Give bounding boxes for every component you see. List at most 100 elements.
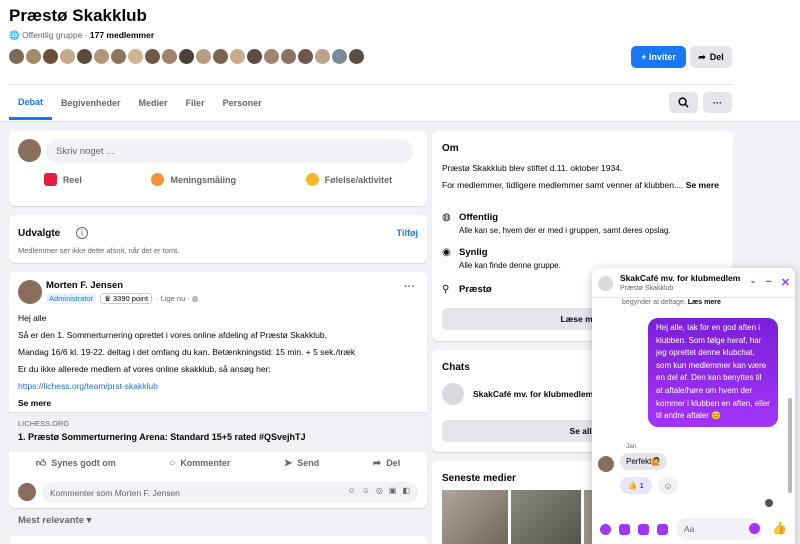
more-options-button[interactable]: ··· <box>703 92 732 113</box>
outgoing-message[interactable]: Hej alle, tak for en god aften i klubben… <box>648 318 778 427</box>
search-icon <box>678 97 689 108</box>
chat-header[interactable]: SkakCafé mv. for klubmedlemmer Præstø Sk… <box>592 268 795 298</box>
avatar-sticker-icon[interactable]: ☺ <box>348 486 356 495</box>
post-composer-input[interactable]: Skriv noget ... <box>46 139 413 163</box>
avatar[interactable] <box>212 48 229 65</box>
sort-dropdown[interactable]: Mest relevante ▾ <box>18 515 91 526</box>
info-icon[interactable]: i <box>76 227 88 239</box>
group-search-button[interactable] <box>669 92 698 113</box>
add-reaction-icon[interactable]: ☺ <box>658 477 678 494</box>
visible-desc: Alle kan finde denne gruppe. <box>459 261 561 270</box>
media-thumbnail[interactable] <box>442 490 508 544</box>
avatar[interactable] <box>18 483 36 501</box>
post-author[interactable]: Morten F. Jensen <box>46 280 123 291</box>
plus-icon[interactable] <box>600 524 611 535</box>
emoji-icon[interactable]: ☺ <box>362 486 370 495</box>
chat-group-icon <box>598 276 613 291</box>
avatar[interactable] <box>229 48 246 65</box>
joined-more-link[interactable]: Læs mere <box>688 299 721 306</box>
share-button[interactable]: ➦ Del <box>690 46 732 68</box>
minimize-icon[interactable]: − <box>765 276 771 289</box>
avatar[interactable] <box>42 48 59 65</box>
avatar[interactable] <box>76 48 93 65</box>
gif-icon[interactable] <box>657 524 668 535</box>
media-thumbnail[interactable] <box>511 490 581 544</box>
incoming-message[interactable]: Perfekt🙋 <box>620 453 668 470</box>
avatar[interactable] <box>195 48 212 65</box>
comment-input[interactable]: Kommenter som Morten F. Jensen ☺ ☺ ◎ ▣ ◧ <box>42 482 418 503</box>
avatar[interactable] <box>110 48 127 65</box>
chat-item-name[interactable]: SkakCafé mv. for klubmedlemmer <box>473 389 609 399</box>
post-body: Hej alle Så er den 1. Sommerturnering op… <box>18 310 418 412</box>
avatar[interactable] <box>348 48 365 65</box>
avatar[interactable] <box>246 48 263 65</box>
tab-begivenheder[interactable]: Begivenheder <box>52 86 130 120</box>
avatar[interactable] <box>161 48 178 65</box>
avatar[interactable] <box>144 48 161 65</box>
smiley-icon <box>305 173 319 186</box>
avatar[interactable] <box>178 48 195 65</box>
avatar[interactable] <box>598 456 614 472</box>
send-button[interactable]: ➤ Send <box>284 457 319 469</box>
avatar[interactable] <box>314 48 331 65</box>
member-count[interactable]: 177 medlemmer <box>90 30 154 40</box>
group-title[interactable]: Præstø Skakklub <box>9 6 147 26</box>
invite-button[interactable]: + Inviter <box>631 46 686 68</box>
see-more-link[interactable]: Se mere <box>18 395 418 412</box>
chat-group-icon[interactable] <box>442 383 464 405</box>
emoji-icon[interactable] <box>749 523 760 534</box>
close-icon[interactable]: ✕ <box>781 276 790 289</box>
chat-scrollbar[interactable] <box>788 398 792 493</box>
image-icon[interactable] <box>638 524 649 535</box>
post-link[interactable]: https://lichess.org/team/prst-skakklub <box>18 378 418 395</box>
tab-medier[interactable]: Medier <box>130 86 177 120</box>
tab-filer[interactable]: Filer <box>177 86 214 120</box>
avatar[interactable] <box>280 48 297 65</box>
share-post-button[interactable]: ➦ Del <box>373 457 400 469</box>
member-avatars[interactable] <box>8 48 365 65</box>
reaction-badge[interactable]: 👍 1 <box>620 477 652 494</box>
avatar[interactable] <box>263 48 280 65</box>
chat-subtitle: Præstø Skakklub <box>620 285 674 292</box>
location-label: Præstø <box>459 284 492 295</box>
featured-subtitle: Medlemmer ser ikke dette afsnit, når det… <box>18 246 180 255</box>
like-button[interactable]: 👍︎ Synes godt om <box>36 457 116 469</box>
avatar[interactable] <box>18 139 41 162</box>
post-meta: Administrator ♛ 3390 point · Lige nu · ◍ <box>46 293 198 304</box>
sticker-icon[interactable] <box>619 524 630 535</box>
reel-icon <box>43 173 57 186</box>
comment-button[interactable]: ○ Kommenter <box>169 457 230 469</box>
avatar[interactable] <box>297 48 314 65</box>
avatar[interactable] <box>18 280 42 304</box>
post-time[interactable]: · Lige nu · <box>156 294 190 303</box>
location-pin-icon: ⚲ <box>442 284 450 295</box>
avatar[interactable] <box>8 48 25 65</box>
poll-button[interactable]: Meningsmåling <box>151 173 236 186</box>
feeling-button[interactable]: Følelse/aktivitet <box>305 173 392 186</box>
gif-icon[interactable]: ▣ <box>389 486 397 495</box>
share-post-label: Del <box>386 458 401 468</box>
add-featured-link[interactable]: Tilføj <box>397 228 418 238</box>
poll-icon <box>151 173 165 186</box>
link-preview[interactable]: LICHESS.ORG 1. Præstø Sommerturnering Ar… <box>9 412 427 452</box>
post-actions: 👍︎ Synes godt om ○ Kommenter ➤ Send ➦ Del <box>9 457 427 470</box>
media-title: Seneste medier <box>442 473 516 484</box>
chat-title[interactable]: SkakCafé mv. for klubmedlemmer <box>620 273 740 283</box>
preview-domain: LICHESS.ORG <box>18 419 70 428</box>
sticker-icon[interactable]: ◧ <box>402 486 410 495</box>
avatar[interactable] <box>59 48 76 65</box>
avatar[interactable] <box>25 48 42 65</box>
thumbs-up-icon[interactable]: 👍 <box>772 521 787 535</box>
tab-personer[interactable]: Personer <box>214 86 271 120</box>
points-badge: ♛ 3390 point <box>100 293 153 304</box>
reel-button[interactable]: Reel <box>43 173 82 186</box>
camera-icon[interactable]: ◎ <box>376 486 383 495</box>
tab-debat[interactable]: Debat <box>9 86 53 120</box>
avatar[interactable] <box>93 48 110 65</box>
thumbs-up-icon: 👍︎ <box>35 458 47 469</box>
avatar[interactable] <box>331 48 348 65</box>
chevron-down-icon[interactable]: ⌄ <box>750 276 757 289</box>
avatar[interactable] <box>127 48 144 65</box>
post-options-button[interactable]: ··· <box>404 281 415 293</box>
about-see-more[interactable]: Se mere <box>686 180 719 190</box>
